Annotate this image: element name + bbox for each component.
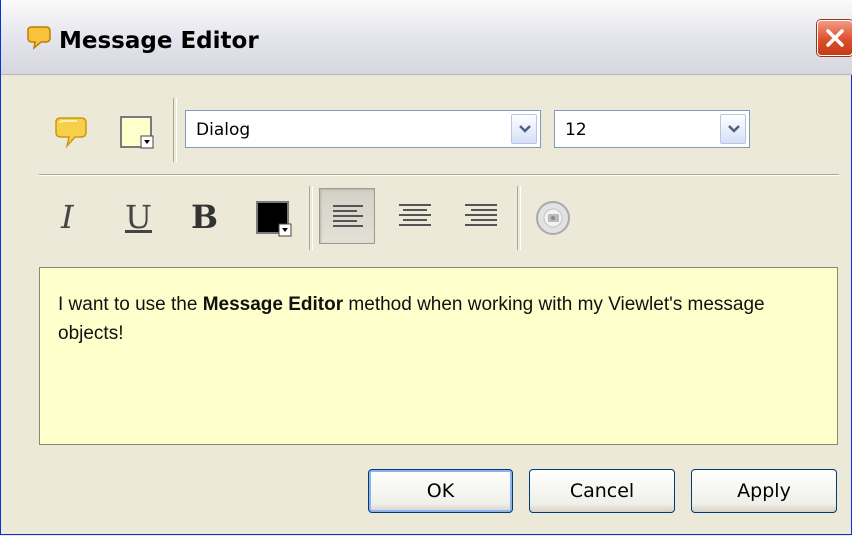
message-editor-dialog: Message Editor Dialog 12 I U B I want to… [0, 0, 852, 535]
toolbar-separator [173, 98, 177, 162]
ok-button[interactable]: OK [368, 469, 513, 513]
close-button[interactable] [817, 20, 852, 56]
chevron-down-icon [519, 125, 531, 133]
font-family-dropdown-button[interactable] [511, 114, 537, 144]
chevron-down-icon [728, 125, 740, 133]
underline-button[interactable]: U [125, 198, 152, 236]
fill-color-icon [120, 116, 154, 149]
toolbar-divider [39, 174, 839, 176]
close-icon [826, 29, 844, 47]
align-left-icon [333, 205, 363, 227]
align-left-button[interactable] [319, 188, 375, 244]
message-bubble-icon [55, 117, 87, 149]
message-text-part: I want to use the [58, 294, 203, 315]
bold-button[interactable]: B [191, 198, 218, 236]
font-family-value: Dialog [196, 120, 251, 140]
text-color-button[interactable] [253, 198, 293, 238]
apply-button[interactable]: Apply [691, 469, 837, 513]
insert-media-button[interactable] [531, 196, 575, 240]
align-right-icon [465, 204, 497, 226]
toolbar-separator [309, 186, 313, 250]
cancel-button[interactable]: Cancel [529, 469, 675, 513]
message-bubble-icon [25, 26, 53, 50]
align-center-button[interactable] [387, 188, 443, 244]
font-size-dropdown-button[interactable] [720, 114, 746, 144]
italic-button[interactable]: I [61, 198, 74, 236]
disc-icon [536, 201, 570, 235]
font-size-value: 12 [565, 120, 587, 140]
title-bar[interactable]: Message Editor [1, 0, 852, 75]
font-size-select[interactable]: 12 [554, 110, 750, 148]
message-text: I want to use the Message Editor method … [58, 290, 818, 348]
message-text-bold: Message Editor [202, 294, 344, 315]
align-right-button[interactable] [453, 188, 509, 244]
message-shape-button[interactable] [51, 112, 91, 152]
align-center-icon [399, 204, 431, 226]
toolbar-separator [517, 186, 521, 250]
message-text-editor[interactable]: I want to use the Message Editor method … [39, 267, 838, 445]
window-title: Message Editor [59, 28, 259, 54]
text-color-icon [256, 201, 292, 237]
fill-color-button[interactable] [117, 112, 157, 152]
font-family-select[interactable]: Dialog [185, 110, 541, 148]
